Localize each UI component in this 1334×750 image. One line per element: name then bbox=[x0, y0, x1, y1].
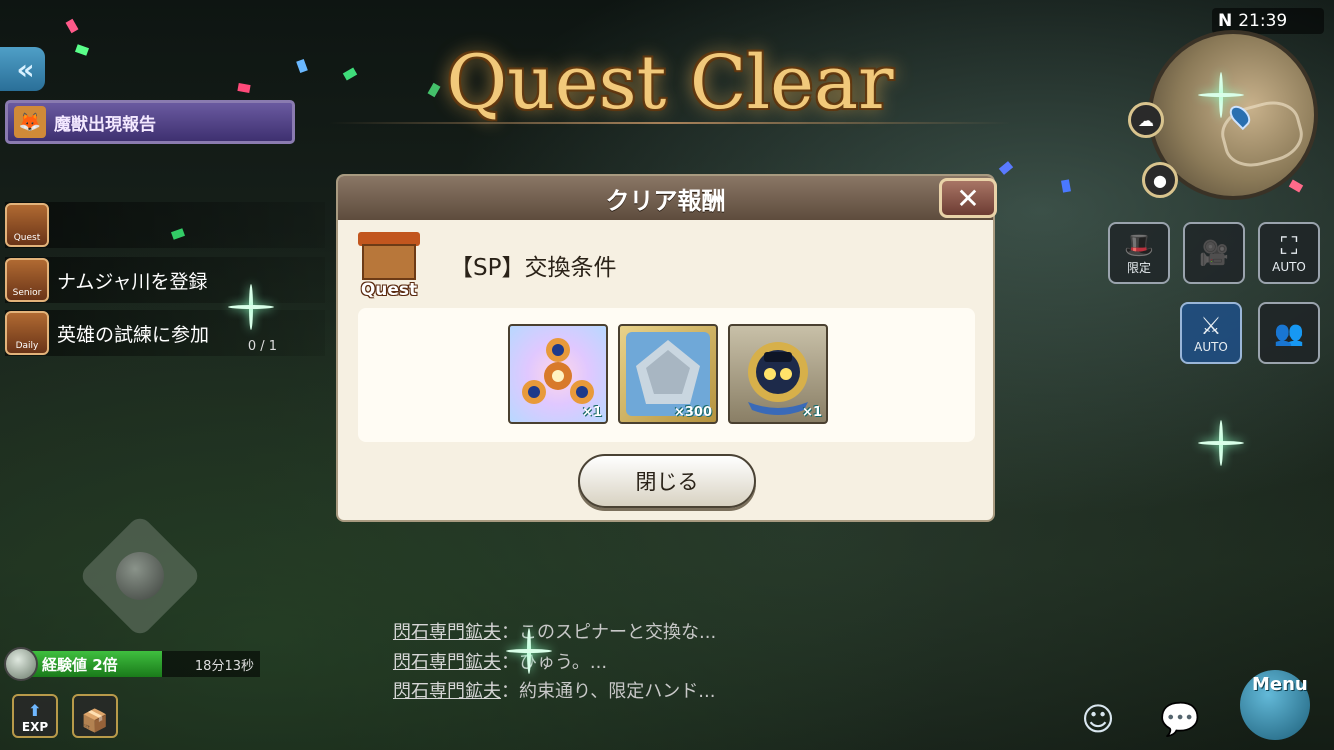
fox-icon: 🦊 bbox=[14, 106, 46, 138]
side-quest-progress: 0 / 1 bbox=[247, 339, 277, 354]
senior-icon: Senior bbox=[5, 258, 49, 302]
sparkle bbox=[506, 628, 552, 674]
menu-button[interactable]: Menu bbox=[1226, 660, 1330, 748]
chat-speaker[interactable]: 閃石専門鉱夫 bbox=[393, 622, 501, 643]
side-quest-quest[interactable]: Quest bbox=[5, 202, 325, 248]
collapse-button[interactable]: « bbox=[0, 47, 45, 91]
reward-emblem[interactable]: ×1 bbox=[728, 324, 828, 424]
exp-boost-bar: 経験値 2倍 18分13秒 bbox=[4, 647, 266, 681]
chat-button[interactable]: 💬 bbox=[1150, 694, 1210, 744]
party-button[interactable]: 👥 bbox=[1258, 302, 1320, 364]
confetti bbox=[1061, 179, 1071, 193]
chat-line: 閃石専門鉱夫：約束通り、限定ハンド... bbox=[393, 677, 715, 703]
sparkle bbox=[1198, 72, 1244, 118]
reward-quantity: ×300 bbox=[673, 405, 712, 420]
video-camera-icon: 🎥 bbox=[1199, 239, 1229, 267]
face-icon: ● bbox=[1153, 170, 1167, 190]
speech-bubble-icon: 💬 bbox=[1160, 700, 1200, 738]
reward-spinner[interactable]: ×1 bbox=[508, 324, 608, 424]
confetti bbox=[74, 44, 90, 56]
exp-orb-icon bbox=[4, 647, 38, 681]
auto-battle-button[interactable]: ⚔ AUTO bbox=[1180, 302, 1242, 364]
close-button[interactable]: 閉じる bbox=[578, 454, 756, 508]
title-underline bbox=[330, 122, 1010, 124]
minimap-character-button[interactable]: ● bbox=[1142, 162, 1178, 198]
confetti bbox=[1288, 179, 1304, 193]
dialog-title: クリア報酬 bbox=[605, 186, 726, 215]
minimap-zoom-button[interactable]: ☁ bbox=[1128, 102, 1164, 138]
chat-speaker[interactable]: 閃石専門鉱夫 bbox=[393, 681, 501, 702]
box-icon: 📦 bbox=[81, 709, 109, 734]
reward-quantity: ×1 bbox=[802, 405, 822, 420]
reward-dialog: クリア報酬 ✕ Quest 【SP】交換条件 ×1 ×300 ×1 閉じる bbox=[336, 174, 997, 522]
side-quest-daily[interactable]: Daily 英雄の試練に参加 0 / 1 bbox=[5, 310, 325, 356]
group-icon: 👥 bbox=[1274, 319, 1304, 347]
side-quest-text: 英雄の試練に参加 bbox=[57, 323, 210, 346]
quest-icon-caption: Quest bbox=[360, 280, 418, 300]
joystick[interactable] bbox=[77, 513, 203, 639]
side-icon-label: Senior bbox=[12, 288, 42, 298]
auto-battle-label: AUTO bbox=[1194, 340, 1228, 354]
chat-speaker[interactable]: 閃石専門鉱夫 bbox=[393, 652, 501, 673]
daily-icon: Daily bbox=[5, 311, 49, 355]
chat-line: 閃石専門鉱夫：このスピナーと交換な... bbox=[393, 618, 716, 644]
sparkle bbox=[1198, 420, 1244, 466]
chat-line: 閃石専門鉱夫：ひゅう。... bbox=[393, 648, 607, 674]
auto-target-label: AUTO bbox=[1272, 260, 1306, 274]
exp-button[interactable]: ⬆ EXP bbox=[12, 694, 58, 738]
exp-boost-timer: 18分13秒 bbox=[162, 651, 260, 677]
smile-face-icon: ☺ bbox=[1081, 700, 1115, 738]
arrow-up-icon: ⬆ bbox=[28, 701, 42, 720]
reward-quantity: ×1 bbox=[582, 405, 602, 420]
side-icon-label: Daily bbox=[15, 341, 39, 351]
side-quest-text: ナムジャ川を登録 bbox=[57, 270, 208, 293]
emote-button[interactable]: ☺ bbox=[1068, 694, 1128, 744]
confetti bbox=[998, 161, 1014, 175]
reward-crystal[interactable]: ×300 bbox=[618, 324, 718, 424]
confetti bbox=[65, 18, 79, 34]
sword-icon: ⚔ bbox=[1200, 312, 1222, 340]
reward-panel: ×1 ×300 ×1 bbox=[358, 308, 975, 442]
sparkle bbox=[228, 284, 274, 330]
confetti bbox=[237, 83, 251, 93]
dialog-close-x-button[interactable]: ✕ bbox=[939, 178, 997, 218]
hat-icon: 🎩 bbox=[1124, 230, 1154, 259]
exp-boost-label: 経験値 2倍 bbox=[32, 651, 162, 677]
double-chevron-left-icon: « bbox=[16, 52, 34, 86]
quest-title: 【SP】交換条件 bbox=[450, 255, 617, 281]
target-frame-icon: ⛶ bbox=[1280, 232, 1298, 260]
quest-house-icon: Quest bbox=[5, 203, 49, 247]
item-box-button[interactable]: 📦 bbox=[72, 694, 118, 738]
menu-label: Menu bbox=[1252, 674, 1308, 695]
joystick-knob[interactable] bbox=[116, 552, 164, 600]
dialog-header: クリア報酬 bbox=[338, 176, 993, 220]
side-quest-senior[interactable]: Senior ナムジャ川を登録 bbox=[5, 257, 325, 303]
quest-banner[interactable]: 🦊 魔獣出現報告 bbox=[5, 100, 295, 144]
quest-icon: Quest bbox=[356, 228, 422, 300]
auto-target-button[interactable]: ⛶ AUTO bbox=[1258, 222, 1320, 284]
confetti bbox=[296, 58, 308, 74]
side-icon-label: Quest bbox=[13, 233, 41, 243]
exp-button-label: EXP bbox=[21, 720, 49, 734]
quest-box bbox=[362, 244, 416, 280]
camera-button[interactable]: 🎥 bbox=[1183, 222, 1245, 284]
chat-message: ：約束通り、限定ハンド... bbox=[501, 681, 716, 702]
limited-button[interactable]: 🎩 限定 bbox=[1108, 222, 1170, 284]
close-icon: ✕ bbox=[956, 181, 980, 215]
magnifier-icon: ☁ bbox=[1138, 110, 1154, 130]
compass-north: N bbox=[1218, 11, 1233, 31]
clock-time: 21:39 bbox=[1238, 11, 1288, 31]
limited-label: 限定 bbox=[1126, 260, 1151, 275]
quest-banner-label: 魔獣出現報告 bbox=[54, 114, 156, 135]
